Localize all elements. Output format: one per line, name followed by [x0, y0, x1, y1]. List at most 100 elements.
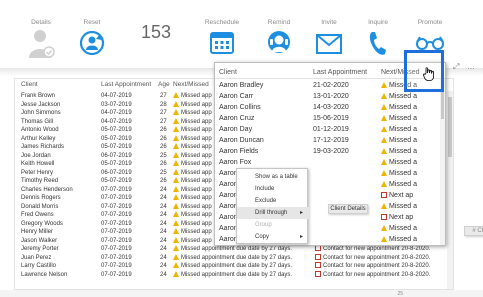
- client-count-value: 153: [140, 22, 172, 42]
- cell-client: Larry Castillo: [21, 263, 57, 269]
- col-client[interactable]: Client: [21, 81, 38, 88]
- tooltip-row[interactable]: Aaron Day 01-12-2019 Missed a: [215, 124, 445, 135]
- warning-icon: [173, 211, 179, 217]
- promote-button[interactable]: Promote: [410, 0, 450, 50]
- tooltip-cell-client: Aaron Day: [219, 126, 253, 133]
- menu-group: Group: [255, 222, 272, 228]
- tooltip-cell-next: Missed a: [381, 113, 417, 124]
- client-count-label: # Clients: [464, 226, 483, 236]
- cell-extra-text: Contact for new appointment 20-8-2020.: [323, 271, 431, 278]
- table-row[interactable]: Juan Perez 07-07-2019 24 Missed appointment…: [15, 253, 453, 262]
- cell-client: Frank Brown: [21, 93, 56, 99]
- tooltip-row[interactable]: Aaron Collins 14-03-2020 Missed a: [215, 102, 445, 113]
- scroll-thumb[interactable]: [448, 97, 452, 157]
- tooltip-cell-client: Aaron: [219, 192, 238, 199]
- tooltip-row[interactable]: Aaron Duncan 17-12-2019 Missed a: [215, 135, 445, 146]
- reset-button[interactable]: Reset: [72, 0, 112, 56]
- invite-button[interactable]: Invite: [309, 0, 349, 54]
- reset-user-icon: [79, 30, 105, 56]
- cell-next-text: Missed app: [181, 127, 212, 133]
- cell-next-text: Missed app: [181, 101, 212, 108]
- tooltip-col-client[interactable]: Client: [219, 69, 237, 76]
- col-next-missed[interactable]: Next/Missed: [173, 81, 209, 88]
- tooltip-row[interactable]: Aaron Carr 13-01-2020 Missed a: [215, 91, 445, 102]
- tooltip-cell-last: 14-03-2020: [313, 104, 349, 111]
- tooltip-cell-client: Aaron: [219, 214, 238, 221]
- cell-last: 05-07-2019: [101, 178, 132, 184]
- warning-icon: [381, 159, 387, 165]
- cell-next-text: Missed appointment due date by 27 days.: [181, 271, 293, 278]
- cell-client: James Richards: [21, 144, 65, 150]
- reschedule-button[interactable]: Reschedule: [200, 0, 244, 54]
- cell-next-text: Missed app: [181, 169, 212, 176]
- cell-age: 24: [160, 271, 167, 278]
- cell-next: Missed app: [173, 109, 212, 117]
- table-row[interactable]: Jeremy Porter 07-07-2019 24 Missed appointm…: [15, 245, 453, 253]
- hand-cursor-icon: [423, 67, 434, 81]
- warning-icon: [381, 93, 387, 99]
- warning-icon: [173, 143, 179, 149]
- cell-next-text: Missed app: [181, 229, 212, 235]
- menu-show-as-table[interactable]: Show as a table: [237, 171, 309, 183]
- tooltip-row[interactable]: Aaron Cruz 15-06-2019 Missed a: [215, 113, 445, 124]
- details-button[interactable]: Details: [24, 0, 58, 58]
- cell-next-text: Missed app: [181, 203, 212, 210]
- cell-client: Fred Owens: [21, 212, 54, 218]
- menu-copy[interactable]: Copy ▸: [237, 231, 309, 243]
- cell-last: 07-07-2019: [101, 254, 132, 261]
- cell-next-text: Missed app: [181, 212, 212, 218]
- warning-icon: [173, 160, 179, 166]
- cell-client: Thomas Gill: [21, 118, 54, 125]
- cell-next: Missed app: [173, 151, 212, 160]
- more-options-icon[interactable]: …: [467, 62, 475, 71]
- cell-age: 24: [160, 254, 167, 261]
- cell-next: Missed app: [173, 160, 212, 168]
- tooltip-cell-client: Aaron Duncan: [219, 137, 264, 144]
- cell-age: 26: [160, 178, 167, 184]
- tooltip-row[interactable]: Aaron Fox Missed a: [215, 157, 445, 168]
- remind-button[interactable]: Remind: [259, 0, 299, 53]
- tooltip-cell-client: Aaron Collins: [219, 104, 261, 111]
- warning-icon: [381, 104, 387, 110]
- inquire-button[interactable]: Inquire: [358, 0, 398, 55]
- tooltip-cell-next: Missed a: [381, 201, 417, 212]
- tooltip-col-last[interactable]: Last Appointment: [313, 69, 367, 76]
- warning-icon: [173, 219, 179, 226]
- tooltip-cell-last: 15-06-2019: [313, 115, 349, 122]
- tooltip-cell-next: Next ap: [381, 212, 413, 223]
- calendar-small-icon: [381, 192, 387, 198]
- tooltip-cell-client: Aaron Fields: [219, 148, 259, 155]
- cell-last: 06-07-2019: [101, 169, 132, 176]
- tooltip-cell-client: Aaron Bradley: [219, 82, 264, 89]
- cell-client: Juan Perez: [21, 254, 52, 261]
- submenu-client-details[interactable]: Client Details: [328, 204, 368, 214]
- cell-next-text: Missed app: [181, 110, 212, 116]
- cell-last: 04-07-2019: [101, 118, 132, 125]
- cell-next-text: Missed appointment due date by 27 days.: [181, 254, 293, 261]
- warning-icon: [173, 228, 179, 234]
- details-label: Details: [31, 19, 51, 26]
- tooltip-cell-client: Aaron Carr: [219, 93, 254, 100]
- warning-icon: [173, 236, 179, 243]
- tooltip-row[interactable]: Aaron Fields 19-03-2020 Missed a: [215, 146, 445, 157]
- warning-icon: [173, 126, 179, 132]
- table-scrollbar[interactable]: [447, 91, 453, 289]
- tooltip-cell-client: Aaron: [219, 203, 238, 210]
- tooltip-cell-next: Missed a: [381, 124, 417, 135]
- tooltip-cell-client: Aaron Cruz: [219, 115, 255, 122]
- menu-include[interactable]: Include: [237, 183, 309, 195]
- col-age[interactable]: Age: [158, 81, 170, 88]
- cell-last: 07-07-2019: [101, 203, 132, 210]
- cell-age: 24: [160, 246, 167, 252]
- table-row[interactable]: Lawrence Nelson 07-07-2019 24 Missed appoin…: [15, 270, 453, 279]
- table-row[interactable]: Larry Castillo 07-07-2019 24 Missed appoint…: [15, 262, 453, 270]
- tooltip-scrollbar[interactable]: [440, 79, 445, 245]
- menu-drill-through[interactable]: Drill through ▸: [237, 207, 309, 219]
- cell-age: 27: [160, 118, 167, 125]
- col-last-appointment[interactable]: Last Appointment: [101, 81, 151, 88]
- cell-client: Dennis Rogers: [21, 195, 61, 201]
- focus-mode-icon[interactable]: ⤢: [453, 62, 459, 72]
- menu-exclude[interactable]: Exclude: [237, 195, 309, 207]
- tooltip-cell-next: Missed a: [381, 146, 417, 157]
- warning-icon: [381, 137, 387, 143]
